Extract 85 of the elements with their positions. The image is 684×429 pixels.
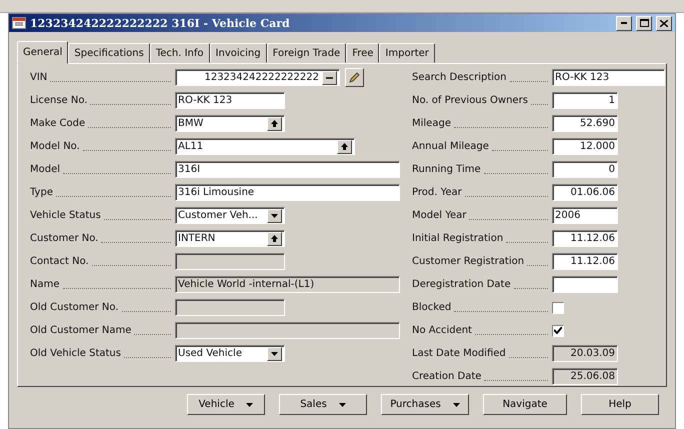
field-label: Prod. Year [412,187,462,198]
lookup-arrow-icon [271,120,278,128]
field-label: Blocked [412,302,452,313]
lookup-arrow-icon [341,142,348,150]
dropdown-arrow-icon [271,214,278,218]
checkbox[interactable] [552,302,564,314]
field-label: Initial Registration [412,233,504,244]
minimize-icon [621,22,627,24]
lookup-button[interactable] [267,232,282,246]
maximize-button[interactable] [636,16,652,30]
checkbox[interactable] [552,324,564,336]
window-icon [12,17,26,29]
field-label: Make Code [30,118,86,129]
input-field[interactable]: BMW [175,115,285,132]
input-field[interactable]: AL11 [175,138,355,155]
field-label: No. of Previous Owners [412,95,528,106]
dropdown-button[interactable] [267,208,282,222]
dropdown-arrow-icon [271,352,278,356]
input-field[interactable]: 12.000 [552,138,618,155]
close-icon [660,20,668,26]
field-label: Annual Mileage [412,141,489,152]
input-field[interactable]: 123234242222222222 [175,69,340,86]
field-label: Mileage [412,118,451,129]
field-label: Name [30,279,60,290]
tab[interactable]: Invoicing [210,43,267,63]
input-field[interactable]: Used Vehicle [175,345,285,362]
minimize-button[interactable] [616,16,632,30]
field-label: Customer Registration [412,256,524,267]
menu-button[interactable]: Navigate [483,394,567,415]
field-label: Model Year [412,210,466,221]
lookup-button[interactable] [337,140,352,154]
tab[interactable]: Importer [379,43,435,63]
tab[interactable]: Tech. Info [150,43,210,63]
input-field[interactable]: 1 [552,92,618,109]
field-label: License No. [30,95,88,106]
field-label: Old Vehicle Status [30,348,121,359]
lookup-arrow-icon [271,234,278,242]
menu-button[interactable]: Vehicle [187,394,265,415]
tab[interactable]: Free [346,43,380,63]
input-field[interactable]: Customer Veh... [175,207,285,224]
field-label: Type [30,187,53,198]
field-label: VIN [30,72,48,83]
maximize-icon [640,19,648,27]
field-label: Last Date Modified [412,348,506,359]
tab[interactable]: General [17,41,68,64]
field-label: No Accident [412,325,472,336]
checkmark-icon [554,327,562,334]
field-label: Contact No. [30,256,89,267]
field-label: Customer No. [30,233,98,244]
field-label: Deregistration Date [412,279,511,290]
field-label: Vehicle Status [30,210,101,221]
window-title: 123234242222222222 316I - Vehicle Card [30,16,291,30]
input-field[interactable]: 0 [552,161,618,178]
dropdown-button[interactable] [267,346,282,360]
tab[interactable]: Foreign Trade [266,43,346,63]
field-label: Old Customer Name [30,325,132,336]
input-field[interactable]: INTERN [175,230,285,247]
field-label: Old Customer No. [30,302,119,313]
assist-button[interactable] [322,70,337,84]
input-field[interactable]: 11.12.06 [552,230,618,247]
lookup-button[interactable] [267,116,282,130]
input-field[interactable]: 316i Limousine [175,184,400,201]
field-label: Model [30,164,60,175]
edit-button[interactable] [345,68,364,87]
input-field[interactable]: 01.06.06 [552,184,618,201]
dropdown-arrow-icon [452,402,460,406]
pencil-icon [349,72,360,83]
dropdown-arrow-icon [246,402,254,406]
input-field[interactable]: RO-KK 123 [175,92,285,109]
input-field[interactable] [552,276,618,293]
input-field[interactable]: 52.690 [552,115,618,132]
dropdown-arrow-icon [338,402,346,406]
field-label: Running Time [412,164,481,175]
input-field[interactable]: 11.12.06 [552,253,618,270]
close-button[interactable] [656,16,672,30]
menu-button[interactable]: Purchases [381,394,469,415]
input-field[interactable]: RO-KK 123 [552,69,665,86]
input-field[interactable]: 316I [175,161,400,178]
field-label: Model No. [30,141,80,152]
field-label: Search Description [412,72,506,83]
menu-button[interactable]: Sales [279,394,367,415]
tab[interactable]: Specifications [68,43,150,63]
input-field[interactable]: 2006 [552,207,618,224]
menu-button[interactable]: Help [581,394,659,415]
field-label: Creation Date [412,371,482,382]
